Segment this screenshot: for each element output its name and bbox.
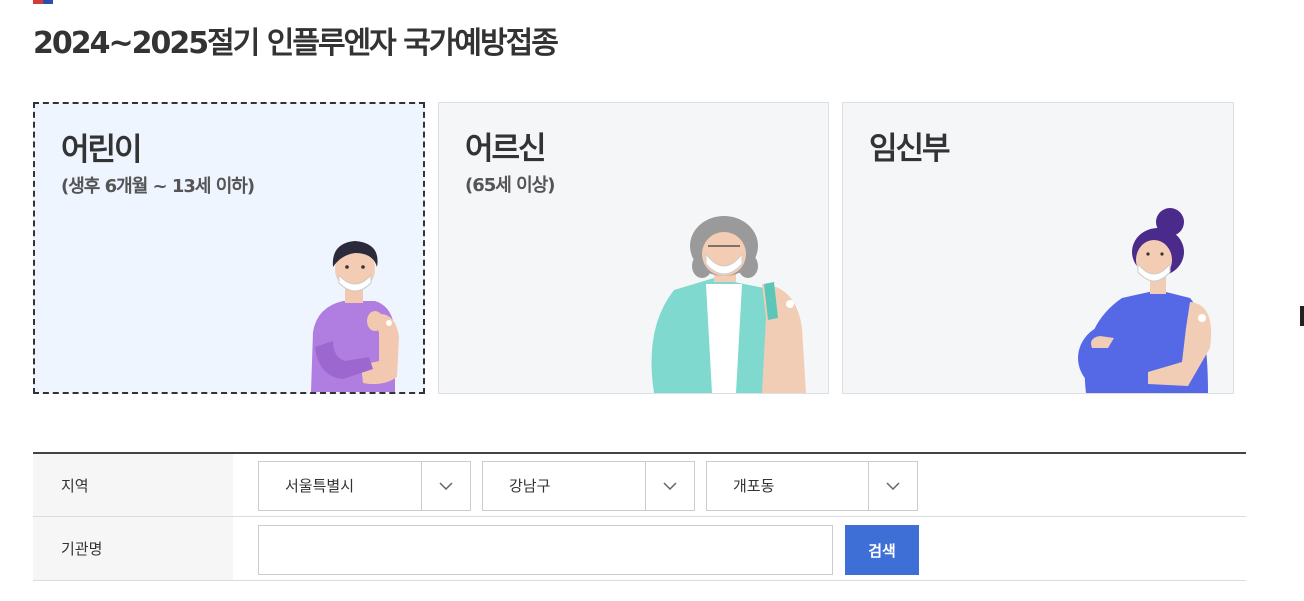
organization-name-input[interactable]	[258, 525, 833, 575]
organization-row: 기관명 검색	[33, 517, 1246, 581]
district-select[interactable]: 강남구	[482, 461, 695, 511]
child-vaccination-illustration	[311, 241, 399, 392]
search-button[interactable]: 검색	[845, 525, 919, 575]
page-title: 2024~2025절기 인플루엔자 국가예방접종	[33, 26, 559, 61]
organization-label: 기관명	[33, 517, 233, 580]
cursor-indicator	[1300, 306, 1304, 326]
flag-red-stripe	[33, 0, 43, 4]
card-subtitle: (65세 이상)	[465, 175, 555, 196]
card-title: 어르신	[465, 131, 547, 167]
dong-select[interactable]: 개포동	[706, 461, 918, 511]
search-form: 지역 서울특별시 강남구 개포동 기관명 검색	[33, 452, 1246, 581]
region-row: 지역 서울특별시 강남구 개포동	[33, 454, 1246, 517]
card-subtitle: (생후 6개월 ~ 13세 이하)	[61, 176, 255, 197]
category-card-pregnant[interactable]: 임신부	[842, 102, 1234, 394]
dong-select-value: 개포동	[733, 477, 775, 495]
senior-vaccination-illustration	[651, 216, 806, 393]
category-card-seniors[interactable]: 어르신 (65세 이상)	[438, 102, 829, 394]
chevron-down-icon[interactable]	[868, 462, 917, 510]
district-select-value: 강남구	[509, 477, 551, 495]
region-label: 지역	[33, 454, 233, 516]
flag-blue-stripe	[43, 0, 53, 4]
chevron-down-icon[interactable]	[421, 462, 470, 510]
category-card-children[interactable]: 어린이 (생후 6개월 ~ 13세 이하)	[33, 102, 425, 394]
city-select[interactable]: 서울특별시	[258, 461, 471, 511]
card-title: 임신부	[869, 131, 951, 167]
pregnant-vaccination-illustration	[1078, 208, 1212, 393]
card-title: 어린이	[61, 132, 143, 168]
flag-mark	[33, 0, 53, 4]
city-select-value: 서울특별시	[285, 477, 355, 495]
chevron-down-icon[interactable]	[645, 462, 694, 510]
